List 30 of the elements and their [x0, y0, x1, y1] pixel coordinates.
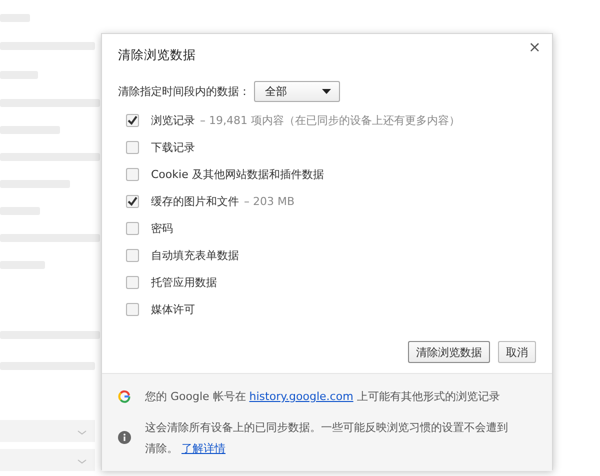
range-label: 清除指定时间段内的数据： — [118, 84, 250, 99]
checkbox[interactable] — [126, 249, 139, 262]
learn-more-link[interactable]: 了解详情 — [182, 442, 226, 455]
option-label: 下载记录 — [151, 140, 195, 155]
dialog-title: 清除浏览数据 — [118, 47, 197, 64]
time-range-dropdown[interactable]: 全部 — [254, 81, 340, 102]
checkbox[interactable] — [126, 114, 139, 127]
option-label: 自动填充表单数据 — [151, 248, 239, 263]
checkbox[interactable] — [126, 141, 139, 154]
option-label: 媒体许可 — [151, 302, 195, 317]
cancel-button[interactable]: 取消 — [498, 341, 536, 363]
google-g-icon — [118, 390, 131, 403]
checkbox[interactable] — [126, 222, 139, 235]
sync-clear-note: 这会清除所有设备上的已同步数据。一些可能反映浏览习惯的设置不会遭到清除。 了解详情 — [145, 420, 509, 457]
option-label: 托管应用数据 — [151, 275, 217, 290]
checkbox[interactable] — [126, 303, 139, 316]
history-link[interactable]: history.google.com — [249, 390, 354, 403]
checkbox[interactable] — [126, 276, 139, 289]
option-detail: – 203 MB — [244, 195, 295, 208]
option-label: 浏览记录 — [151, 113, 195, 128]
checkbox[interactable] — [126, 195, 139, 208]
clear-data-button[interactable]: 清除浏览数据 — [408, 341, 490, 363]
option-label: 密码 — [151, 221, 173, 236]
option-label: Cookie 及其他网站数据和插件数据 — [151, 167, 324, 182]
option-label: 缓存的图片和文件 — [151, 194, 239, 209]
option-detail: – 19,481 项内容（在已同步的设备上还有更多内容） — [200, 113, 460, 128]
checkbox[interactable] — [126, 168, 139, 181]
info-icon — [118, 431, 131, 444]
caret-icon — [322, 89, 331, 94]
google-history-note: 您的 Google 帐号在 history.google.com 上可能有其他形式的浏览记录 — [145, 389, 501, 405]
